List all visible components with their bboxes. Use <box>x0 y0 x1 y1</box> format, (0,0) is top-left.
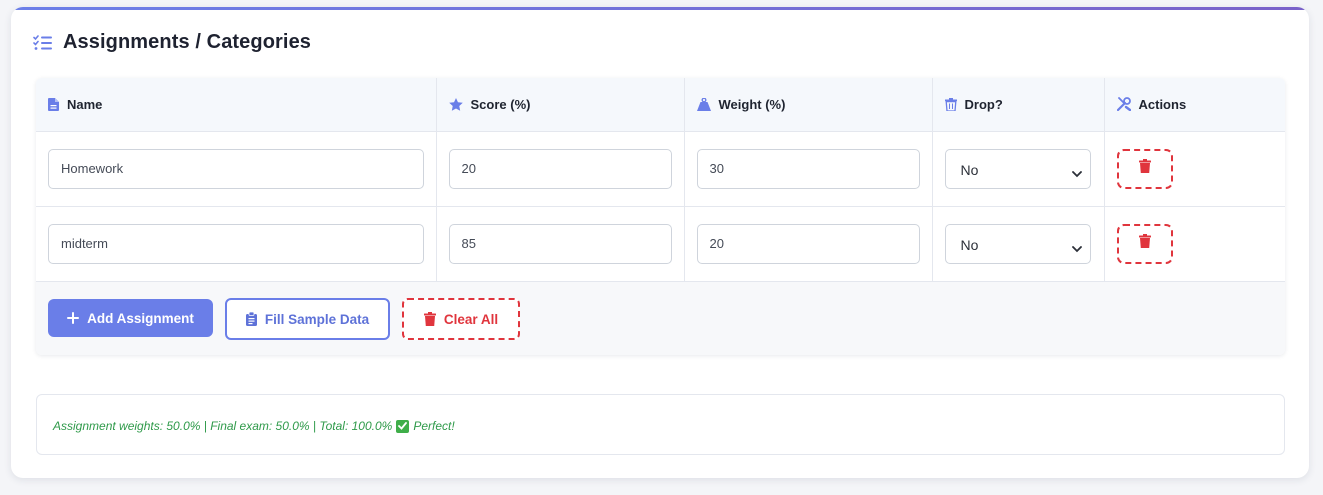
name-input[interactable] <box>48 148 424 189</box>
add-assignment-button[interactable]: Add Assignment <box>48 299 213 337</box>
column-header-name: Name <box>36 78 437 132</box>
chevron-down-icon <box>1071 240 1082 258</box>
score-input[interactable] <box>448 148 672 189</box>
drop-select[interactable]: No <box>944 223 1091 264</box>
clipboard-icon <box>245 312 265 326</box>
column-header-actions: Actions <box>1104 78 1285 132</box>
assignments-card: Assignments / Categories Name Score (%) … <box>11 7 1309 478</box>
tools-icon <box>1116 97 1139 112</box>
trash-icon <box>1138 234 1151 253</box>
fill-sample-data-button[interactable]: Fill Sample Data <box>225 298 390 340</box>
file-icon <box>48 97 67 111</box>
name-cell <box>36 206 437 281</box>
trash-icon <box>1138 159 1151 178</box>
table-actions-row: Add Assignment Fill Sample Data Clear Al… <box>36 282 1285 355</box>
name-input[interactable] <box>48 223 424 264</box>
table-row: No <box>36 131 1285 206</box>
star-icon <box>448 97 471 111</box>
drop-select-value: No <box>960 161 979 178</box>
delete-row-button[interactable] <box>1116 223 1173 264</box>
weight-input[interactable] <box>696 223 920 264</box>
weights-summary: Assignment weights: 50.0% | Final exam: … <box>36 394 1285 455</box>
weight-input[interactable] <box>696 148 920 189</box>
trash-icon <box>944 97 965 111</box>
actions-cell <box>1104 131 1285 206</box>
check-mark-icon <box>396 419 410 433</box>
weight-icon <box>696 97 719 111</box>
actions-cell <box>1104 206 1285 281</box>
drop-cell: No <box>932 131 1105 206</box>
section-title: Assignments / Categories <box>63 31 312 53</box>
column-header-score: Score (%) <box>436 78 685 132</box>
weight-cell <box>684 131 933 206</box>
drop-cell: No <box>932 206 1105 281</box>
score-cell <box>436 131 685 206</box>
column-header-drop: Drop? <box>932 78 1105 132</box>
trash-icon <box>423 312 444 326</box>
table-row: No <box>36 206 1285 281</box>
checklist-icon <box>33 34 53 51</box>
weight-cell <box>684 206 933 281</box>
summary-text: Assignment weights: 50.0% | Final exam: … <box>53 419 393 433</box>
delete-row-button[interactable] <box>1116 148 1173 189</box>
name-cell <box>36 131 437 206</box>
chevron-down-icon <box>1071 165 1082 183</box>
score-input[interactable] <box>448 223 672 264</box>
table-header-row: Name Score (%) Weight (%) Drop? Actions <box>36 78 1285 132</box>
summary-status: Perfect! <box>413 419 455 433</box>
drop-select-value: No <box>960 236 979 253</box>
assignments-table: Name Score (%) Weight (%) Drop? Actions … <box>36 78 1285 355</box>
column-header-weight: Weight (%) <box>684 78 933 132</box>
clear-all-button[interactable]: Clear All <box>402 298 520 340</box>
drop-select[interactable]: No <box>944 148 1091 189</box>
plus-icon <box>67 312 87 324</box>
section-header: Assignments / Categories <box>33 31 311 54</box>
score-cell <box>436 206 685 281</box>
accent-bar <box>11 7 1309 10</box>
